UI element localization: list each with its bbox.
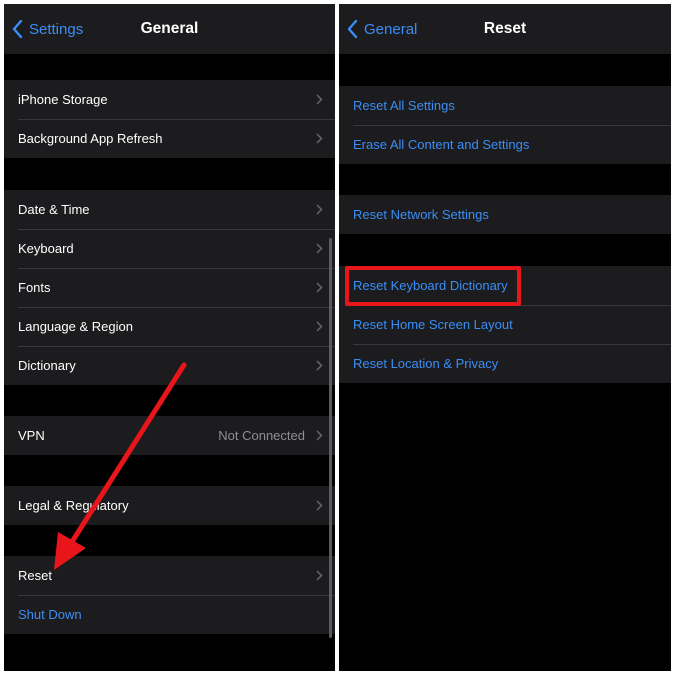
reset-all-group: Reset All Settings Erase All Content and… (339, 86, 671, 164)
row-label: Language & Region (18, 319, 133, 334)
chevron-right-icon (316, 570, 323, 581)
reset-screen: General Reset Reset All Settings Erase A… (339, 4, 671, 671)
chevron-right-icon (316, 430, 323, 441)
row-label: iPhone Storage (18, 92, 108, 107)
general-settings-screen: Settings General iPhone Storage Backgrou… (4, 4, 335, 671)
chevron-right-icon (316, 94, 323, 105)
date-time-row[interactable]: Date & Time (4, 190, 335, 229)
reset-network-settings-row[interactable]: Reset Network Settings (339, 195, 671, 234)
vpn-row[interactable]: VPN Not Connected (4, 416, 335, 455)
page-title: Reset (483, 20, 527, 37)
nav-bar: Settings General (4, 4, 335, 54)
row-label: Fonts (18, 280, 51, 295)
reset-keyboard-dictionary-row[interactable]: Reset Keyboard Dictionary (339, 266, 671, 305)
network-group: Reset Network Settings (339, 195, 671, 234)
shut-down-row[interactable]: Shut Down (4, 595, 335, 634)
reset-home-screen-layout-row[interactable]: Reset Home Screen Layout (339, 305, 671, 344)
row-label: Date & Time (18, 202, 90, 217)
row-label: Erase All Content and Settings (353, 137, 530, 152)
chevron-right-icon (316, 243, 323, 254)
row-label: Reset (18, 568, 52, 583)
row-label: Keyboard (18, 241, 74, 256)
reset-location-privacy-row[interactable]: Reset Location & Privacy (339, 344, 671, 383)
row-label: Shut Down (18, 607, 82, 622)
row-label: Legal & Regulatory (18, 498, 129, 513)
chevron-right-icon (316, 500, 323, 511)
chevron-right-icon (316, 360, 323, 371)
legal-regulatory-row[interactable]: Legal & Regulatory (4, 486, 335, 525)
fonts-row[interactable]: Fonts (4, 268, 335, 307)
chevron-right-icon (316, 321, 323, 332)
row-label: Background App Refresh (18, 131, 163, 146)
legal-group: Legal & Regulatory (4, 486, 335, 525)
erase-all-content-row[interactable]: Erase All Content and Settings (339, 125, 671, 164)
row-label: Reset Home Screen Layout (353, 317, 513, 332)
scrollbar[interactable] (329, 238, 332, 638)
row-label: Reset Keyboard Dictionary (353, 278, 508, 293)
chevron-right-icon (316, 282, 323, 293)
page-title: General (140, 20, 199, 37)
keyboard-row[interactable]: Keyboard (4, 229, 335, 268)
locale-group: Date & Time Keyboard Fonts Language & Re… (4, 190, 335, 385)
nav-bar: General Reset (339, 4, 671, 54)
dictionary-row[interactable]: Dictionary (4, 346, 335, 385)
row-label: Reset All Settings (353, 98, 455, 113)
vpn-group: VPN Not Connected (4, 416, 335, 455)
reset-row[interactable]: Reset (4, 556, 335, 595)
storage-group: iPhone Storage Background App Refresh (4, 80, 335, 158)
row-label: VPN (18, 428, 45, 443)
other-reset-group: Reset Keyboard Dictionary Reset Home Scr… (339, 266, 671, 383)
language-region-row[interactable]: Language & Region (4, 307, 335, 346)
row-label: Reset Network Settings (353, 207, 489, 222)
row-label: Dictionary (18, 358, 76, 373)
row-label: Reset Location & Privacy (353, 356, 499, 371)
chevron-right-icon (316, 204, 323, 215)
chevron-right-icon (316, 133, 323, 144)
vpn-status: Not Connected (218, 428, 305, 443)
reset-group: Reset Shut Down (4, 556, 335, 634)
background-app-refresh-row[interactable]: Background App Refresh (4, 119, 335, 158)
iphone-storage-row[interactable]: iPhone Storage (4, 80, 335, 119)
reset-all-settings-row[interactable]: Reset All Settings (339, 86, 671, 125)
